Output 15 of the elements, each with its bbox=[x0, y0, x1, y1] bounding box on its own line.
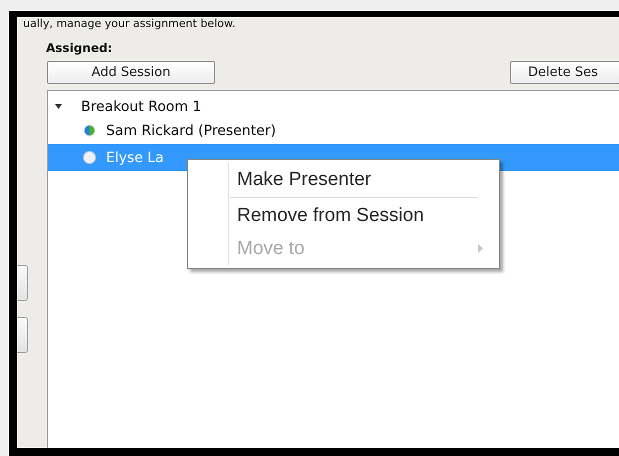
session-button[interactable]: Delete Ses bbox=[510, 61, 619, 84]
assigned-label: Assigned: bbox=[46, 41, 114, 57]
participant-row[interactable]: Sam Rickard (Presenter) bbox=[48, 117, 619, 144]
collapse-triangle-icon[interactable] bbox=[54, 102, 63, 111]
session-button[interactable]: Add Session bbox=[47, 61, 215, 84]
attendee-status-icon bbox=[83, 151, 96, 164]
participant-name: Elyse La bbox=[106, 150, 164, 166]
participant-name: Sam Rickard (Presenter) bbox=[106, 122, 276, 138]
room-label[interactable]: Breakout Room 1 bbox=[81, 98, 202, 114]
presenter-status-icon bbox=[83, 124, 96, 137]
submenu-arrow-icon bbox=[478, 244, 483, 253]
side-button[interactable] bbox=[17, 265, 28, 301]
instruction-text: ually, manage your assignment below. bbox=[22, 17, 236, 30]
menu-item[interactable]: Remove from Session bbox=[188, 199, 499, 232]
side-button[interactable] bbox=[17, 317, 28, 353]
